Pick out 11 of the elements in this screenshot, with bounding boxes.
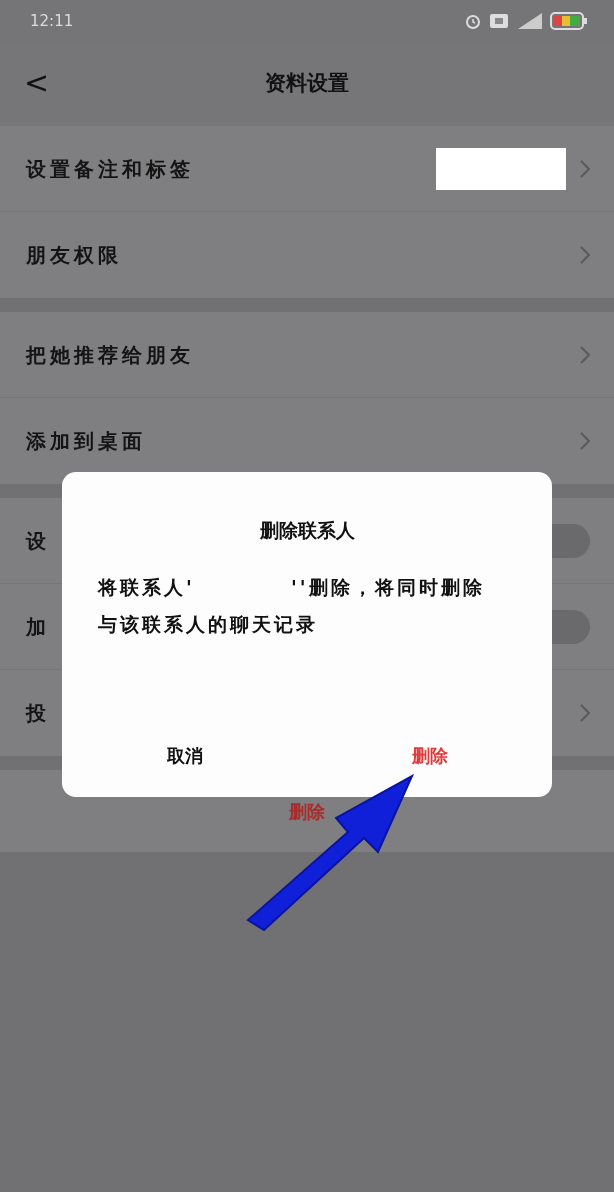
- row-label: 把她推荐给朋友: [26, 341, 194, 369]
- row-label: 设: [26, 527, 50, 555]
- row-label: 加: [26, 613, 50, 641]
- row-label: 添加到桌面: [26, 428, 146, 455]
- row-label: 设置备注和标签: [26, 155, 194, 183]
- row-label: 投: [26, 700, 50, 727]
- page-title: 资料设置: [265, 70, 349, 98]
- clock-time: 12:11: [30, 10, 74, 32]
- dialog-message: 将联系人' ''删除，将同时删除与该联系人的聊天记录: [98, 574, 486, 637]
- row-label: 朋友权限: [26, 242, 122, 269]
- dialog-title: 删除联系人: [258, 518, 356, 543]
